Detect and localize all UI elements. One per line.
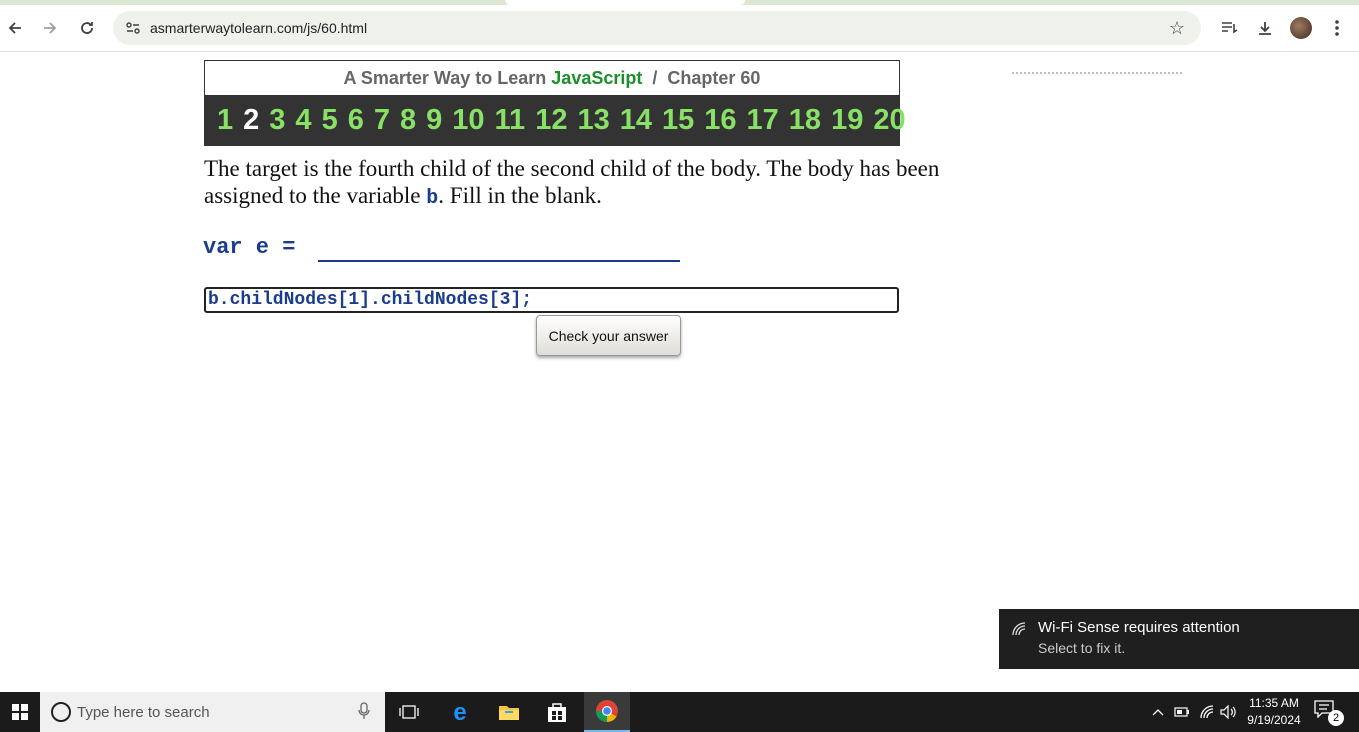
instruction-code: b — [426, 187, 439, 210]
blank-line — [318, 260, 680, 262]
title-separator: / — [652, 68, 658, 88]
reload-icon[interactable] — [74, 15, 100, 41]
chapter-link-18[interactable]: 18 — [789, 104, 821, 137]
chapter-header: A Smarter Way to Learn JavaScript / Chap… — [204, 60, 906, 146]
network-wifi-icon[interactable] — [1196, 692, 1218, 732]
battery-icon[interactable] — [1172, 692, 1192, 732]
title-prefix: A Smarter Way to Learn — [343, 68, 547, 88]
page-title: A Smarter Way to Learn JavaScript / Chap… — [205, 61, 899, 95]
exercise-instructions: The target is the fourth child of the se… — [204, 155, 1004, 212]
chapter-link-4[interactable]: 4 — [295, 104, 311, 137]
site-info-icon[interactable] — [121, 16, 145, 40]
title-brand: JavaScript — [551, 68, 643, 88]
answer-input[interactable] — [204, 287, 899, 313]
chapter-link-16[interactable]: 16 — [704, 104, 736, 137]
instruction-text-end: . Fill in the blank. — [438, 183, 602, 208]
windows-taskbar: Type here to search e 11:35 AM 9/19/2024… — [0, 692, 1359, 732]
chapter-link-2[interactable]: 2 — [243, 104, 259, 137]
chapter-link-20[interactable]: 20 — [873, 104, 905, 137]
address-bar[interactable]: asmarterwaytolearn.com/js/60.html ☆ — [113, 11, 1201, 45]
clock-date: 9/19/2024 — [1247, 713, 1301, 727]
chapter-link-17[interactable]: 17 — [747, 104, 779, 137]
chapter-link-3[interactable]: 3 — [269, 104, 285, 137]
taskbar-search-box[interactable]: Type here to search — [40, 692, 385, 732]
task-view-icon[interactable] — [386, 692, 432, 732]
chapter-link-6[interactable]: 6 — [348, 104, 364, 137]
chapter-link-12[interactable]: 12 — [535, 104, 567, 137]
reading-list-icon[interactable] — [1216, 15, 1242, 41]
notification-title: Wi-Fi Sense requires attention — [1038, 619, 1240, 636]
action-center-icon[interactable]: 2 — [1314, 700, 1344, 726]
chapter-link-8[interactable]: 8 — [400, 104, 416, 137]
chapter-link-9[interactable]: 9 — [426, 104, 442, 137]
bookmark-star-icon[interactable]: ☆ — [1165, 16, 1189, 40]
system-clock[interactable]: 11:35 AM 9/19/2024 — [1240, 695, 1308, 729]
url-text[interactable]: asmarterwaytolearn.com/js/60.html — [150, 20, 367, 36]
search-placeholder: Type here to search — [77, 704, 210, 721]
decorative-dots — [1012, 72, 1182, 78]
chrome-icon[interactable] — [584, 692, 630, 732]
svg-text:e: e — [453, 700, 466, 724]
forward-arrow-icon[interactable] — [37, 15, 63, 41]
chapter-link-7[interactable]: 7 — [374, 104, 390, 137]
clock-time: 11:35 AM — [1249, 696, 1299, 710]
profile-avatar[interactable] — [1290, 17, 1312, 39]
title-chapter: Chapter 60 — [667, 68, 761, 88]
back-arrow-icon[interactable] — [2, 15, 28, 41]
browser-toolbar: asmarterwaytolearn.com/js/60.html ☆ — [0, 5, 1359, 52]
code-prompt: var e = — [203, 235, 296, 260]
wifi-icon — [1011, 621, 1029, 639]
notification-count-badge: 2 — [1328, 710, 1344, 726]
check-answer-button[interactable]: Check your answer — [536, 315, 681, 356]
chapter-link-19[interactable]: 19 — [831, 104, 863, 137]
chapter-link-13[interactable]: 13 — [577, 104, 609, 137]
edge-browser-icon[interactable]: e — [437, 692, 483, 732]
cortana-icon — [51, 702, 71, 722]
chapter-link-14[interactable]: 14 — [620, 104, 652, 137]
volume-icon[interactable] — [1218, 692, 1240, 732]
more-menu-icon[interactable] — [1324, 15, 1350, 41]
chapter-link-11[interactable]: 11 — [495, 104, 526, 137]
chapter-link-15[interactable]: 15 — [662, 104, 694, 137]
microphone-icon[interactable] — [358, 702, 374, 722]
store-icon[interactable] — [534, 692, 580, 732]
chapter-nav: 1 2 3 4 5 6 7 8 9 10 11 12 13 14 15 16 17 18 19 20 — [205, 95, 906, 145]
windows-start-icon[interactable] — [0, 692, 40, 732]
download-icon[interactable] — [1252, 15, 1278, 41]
show-hidden-icons-chevron-icon[interactable] — [1148, 692, 1168, 732]
file-explorer-icon[interactable] — [486, 692, 532, 732]
chapter-link-10[interactable]: 10 — [452, 104, 484, 137]
wifi-sense-notification[interactable]: Wi-Fi Sense requires attention Select to… — [999, 609, 1359, 669]
chapter-link-1[interactable]: 1 — [217, 104, 233, 137]
chapter-link-5[interactable]: 5 — [322, 104, 338, 137]
notification-subtitle: Select to fix it. — [1038, 640, 1126, 656]
